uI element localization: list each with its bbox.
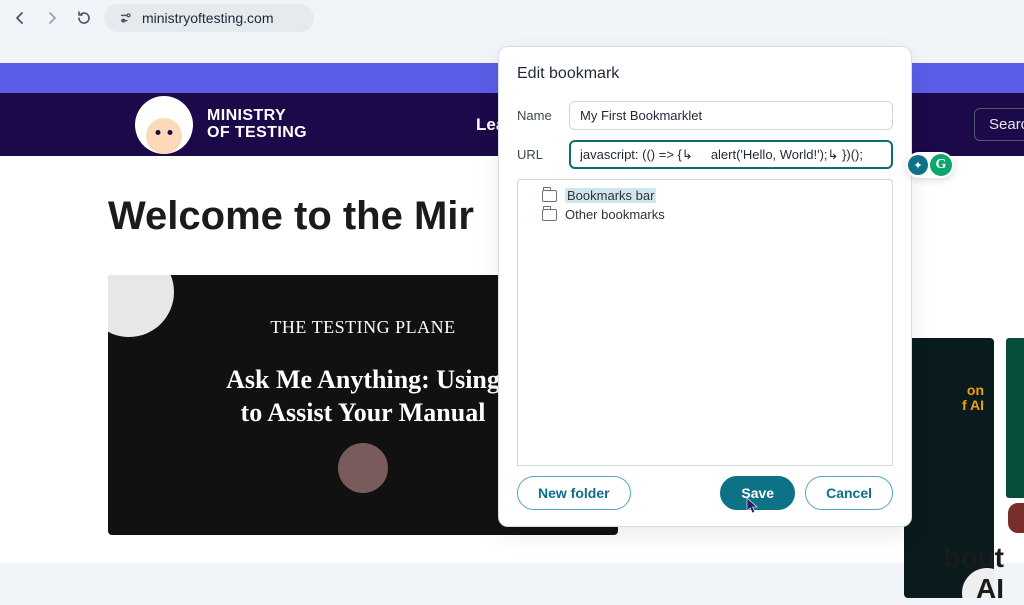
lightbulb-icon: ✦ [908, 155, 928, 175]
brand-text: MINISTRY OF TESTING [207, 108, 307, 142]
site-settings-icon[interactable] [118, 10, 134, 26]
back-button[interactable] [8, 6, 32, 30]
folder-icon [542, 190, 557, 202]
url-label: URL [517, 147, 557, 162]
forward-button[interactable] [40, 6, 64, 30]
site-search-input[interactable]: Search... [974, 108, 1024, 141]
third-card-sliver [1006, 338, 1024, 498]
bookmark-name-input[interactable] [569, 101, 893, 130]
avatar-sliver [1008, 503, 1024, 533]
dialog-title: Edit bookmark [517, 65, 893, 83]
secondary-card-text: on f AI [962, 383, 984, 414]
secondary-heading: bout AI [943, 543, 1004, 605]
cursor-icon [746, 497, 760, 515]
grammarly-widget[interactable]: ✦ G [906, 152, 954, 178]
logo-face-icon [135, 96, 193, 154]
url-text: ministryoftesting.com [142, 10, 273, 26]
folder-label: Other bookmarks [565, 207, 665, 222]
edit-bookmark-dialog: Edit bookmark Name URL Bookmarks bar Oth… [498, 46, 912, 527]
cancel-button[interactable]: Cancel [805, 476, 893, 510]
folder-label: Bookmarks bar [565, 188, 656, 203]
folder-other-bookmarks[interactable]: Other bookmarks [518, 205, 892, 224]
bookmark-url-input[interactable] [569, 140, 893, 169]
site-logo[interactable]: MINISTRY OF TESTING [135, 93, 307, 156]
browser-toolbar: ministryoftesting.com [0, 0, 1024, 35]
brand-line-1: MINISTRY [207, 108, 307, 125]
speaker-avatar [338, 443, 388, 493]
grammarly-icon: G [930, 154, 952, 176]
folder-icon [542, 209, 557, 221]
new-folder-button[interactable]: New folder [517, 476, 631, 510]
brand-line-2: OF TESTING [207, 125, 307, 142]
folder-tree[interactable]: Bookmarks bar Other bookmarks [517, 179, 893, 466]
reload-button[interactable] [72, 6, 96, 30]
name-label: Name [517, 108, 557, 123]
address-bar[interactable]: ministryoftesting.com [104, 4, 314, 32]
folder-bookmarks-bar[interactable]: Bookmarks bar [518, 186, 892, 205]
